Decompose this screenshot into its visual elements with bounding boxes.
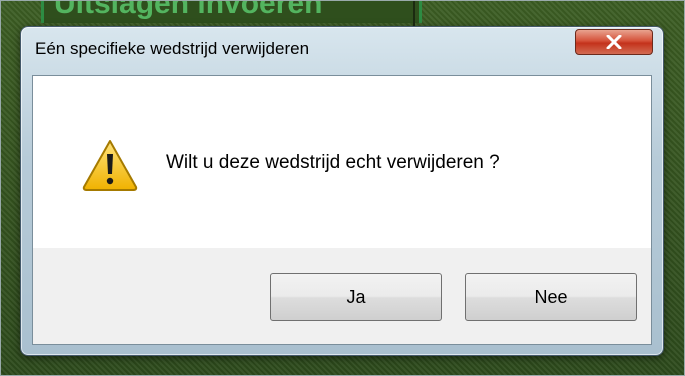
warning-icon (82, 140, 138, 191)
dialog-title: Eén specifieke wedstrijd verwijderen (35, 39, 310, 58)
close-button[interactable] (575, 29, 653, 55)
dialog-message: Wilt u deze wedstrijd echt verwijderen ? (166, 152, 500, 173)
background-header: Uitslagen invoeren (41, 1, 422, 23)
background-header-text: Uitslagen invoeren (54, 1, 323, 20)
message-area: Wilt u deze wedstrijd echt verwijderen ? (33, 76, 651, 248)
yes-button[interactable]: Ja (270, 273, 442, 321)
no-button[interactable]: Nee (465, 273, 637, 321)
dialog-content: Wilt u deze wedstrijd echt verwijderen ?… (32, 75, 652, 345)
close-icon (606, 35, 622, 49)
dialog-titlebar[interactable]: Eén specifieke wedstrijd verwijderen (21, 27, 663, 73)
dialog-window: Eén specifieke wedstrijd verwijderen Wil… (20, 26, 664, 356)
